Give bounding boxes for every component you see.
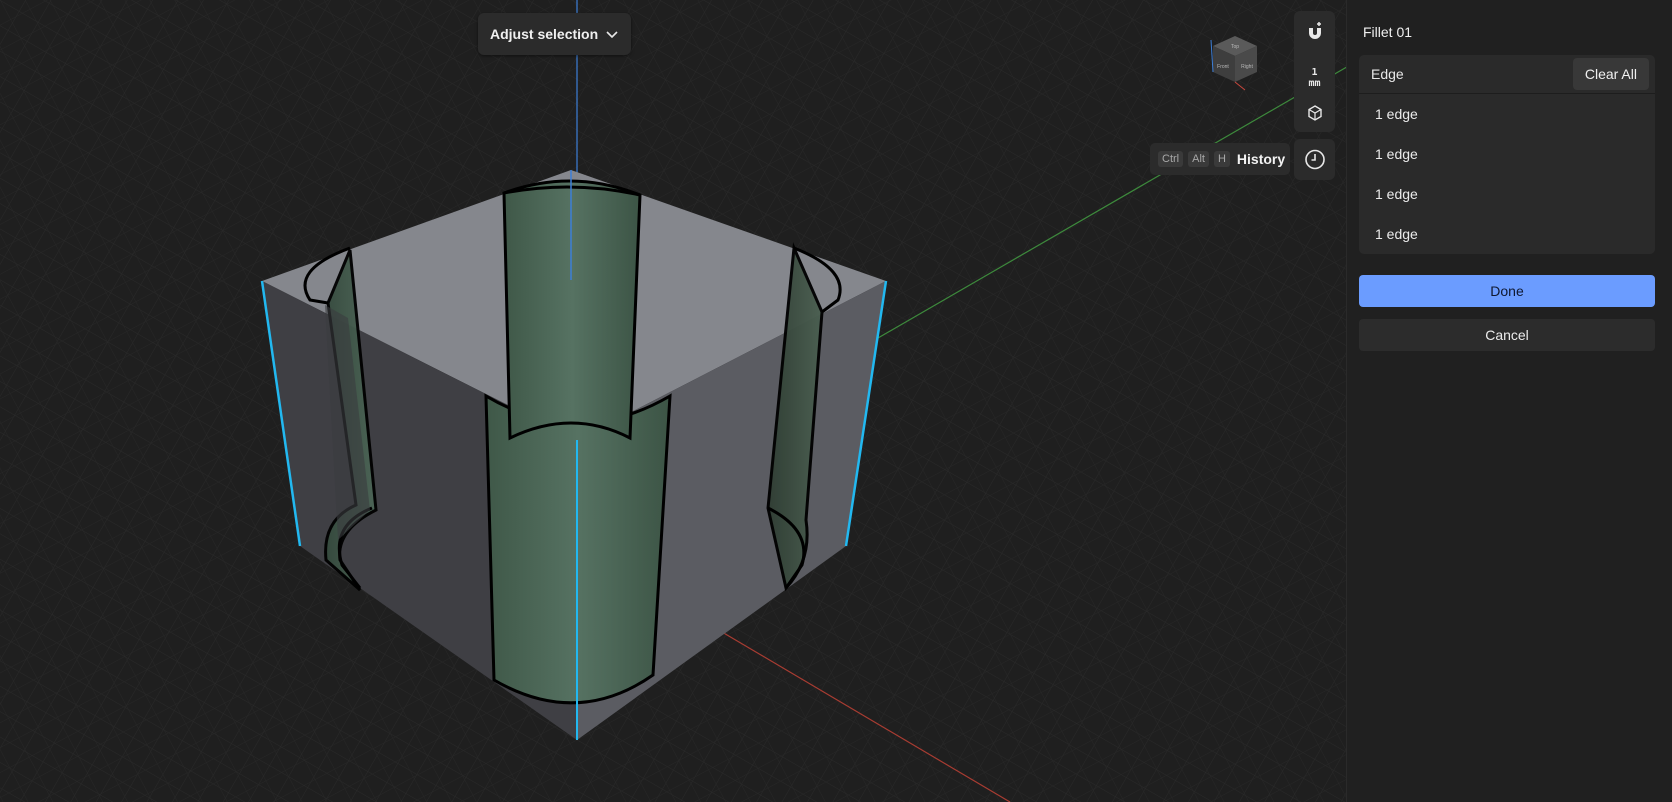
adjust-selection-dropdown[interactable]: Adjust selection [478,13,631,55]
edge-section-label: Edge [1371,66,1404,82]
panel-title: Fillet 01 [1363,24,1413,40]
done-button[interactable]: Done [1359,275,1655,307]
clear-all-button[interactable]: Clear All [1572,58,1649,90]
unit-readout[interactable]: 1 mm [1294,67,1335,89]
unit-value: 1 [1311,67,1318,78]
edge-section-header: Edge Clear All [1359,55,1655,94]
fillet-panel: Fillet 01 Edge Clear All 1 edge 1 edge 1… [1346,0,1672,802]
edge-selection-box: Edge Clear All 1 edge 1 edge 1 edge 1 ed… [1359,55,1655,254]
snap-magnet-icon[interactable] [1304,20,1326,42]
center-hole-back[interactable] [502,179,642,441]
chevron-down-icon [606,31,618,39]
adjust-selection-label: Adjust selection [490,26,599,42]
3d-viewport[interactable]: Adjust selection Top Front Right 1 mm Ct… [0,0,1346,802]
key-h: H [1213,151,1230,167]
cancel-button[interactable]: Cancel [1359,319,1655,351]
unit-name: mm [1308,78,1321,89]
edge-list-item[interactable]: 1 edge [1359,214,1655,254]
edge-list-item[interactable]: 1 edge [1359,134,1655,174]
edge-list-item[interactable]: 1 edge [1359,174,1655,214]
view-cube-right[interactable]: Right [1241,64,1253,70]
viewport-toolbar: 1 mm [1294,11,1335,132]
edge-list-item[interactable]: 1 edge [1359,94,1655,134]
model-scene[interactable] [0,0,1346,802]
view-cube-front[interactable]: Front [1217,64,1229,70]
view-cube-top[interactable]: Top [1231,44,1239,50]
view-orientation-icon[interactable] [1305,103,1325,123]
key-ctrl: Ctrl [1158,151,1184,167]
key-alt: Alt [1188,151,1209,167]
cube-axis-x [1234,81,1246,91]
clock-history-icon [1304,149,1325,170]
history-shortcut-hint: Ctrl Alt H History [1150,143,1290,175]
history-button[interactable] [1294,139,1335,180]
cube-axis-z [1210,39,1214,73]
view-cube[interactable]: Top Front Right [1205,30,1265,98]
history-label: History [1236,151,1286,167]
